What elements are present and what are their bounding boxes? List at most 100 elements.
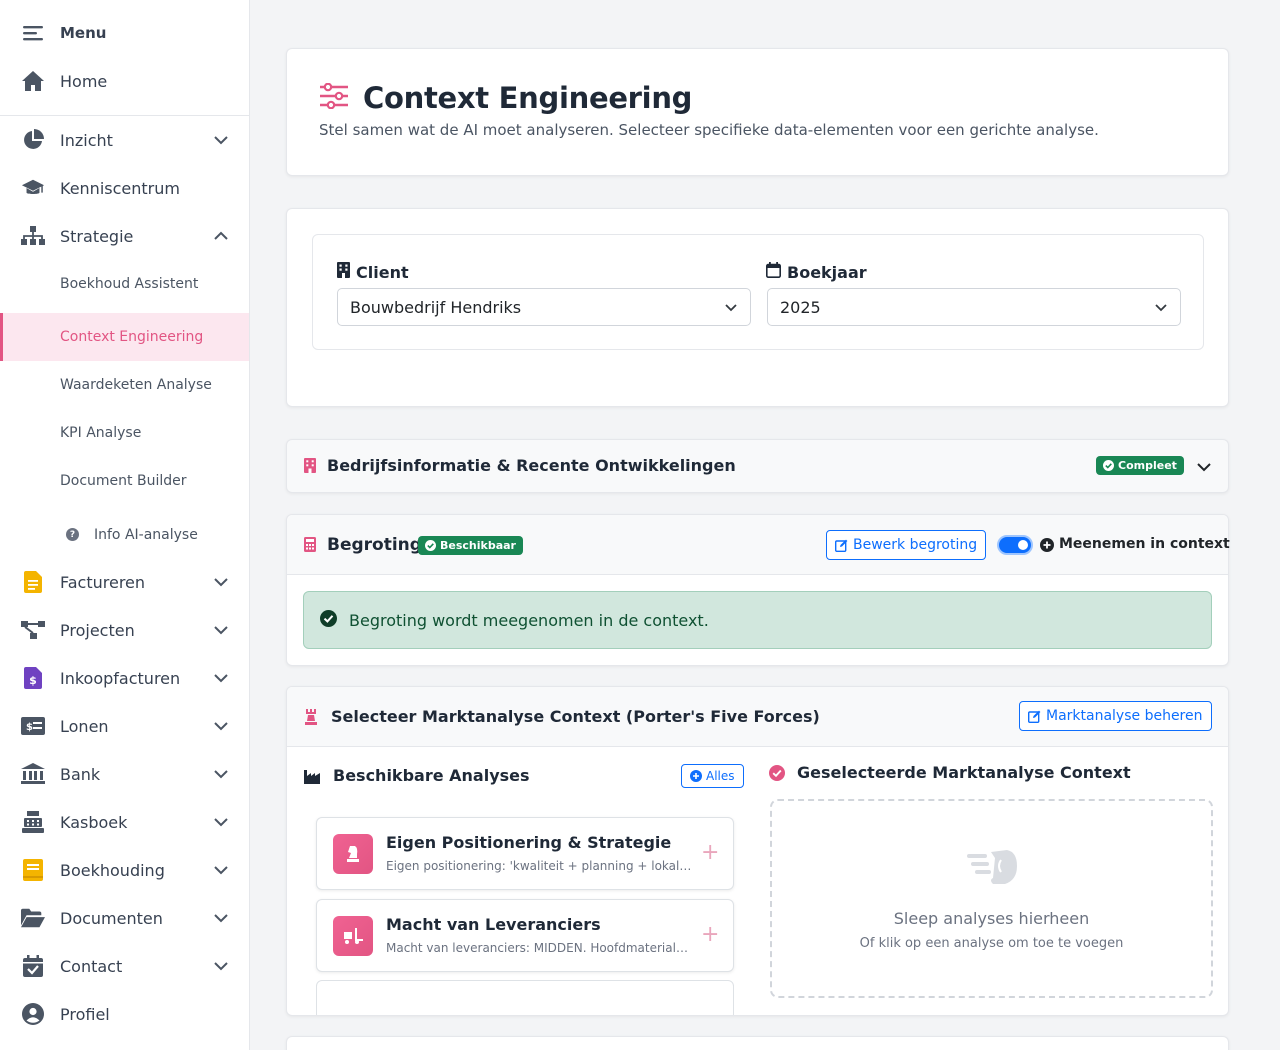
chevron-down-icon [214,770,228,779]
page-header-card: Context Engineering Stel samen wat de AI… [286,48,1229,176]
edit-begroting-button[interactable]: Bewerk begroting [826,530,987,560]
chevron-down-icon [214,962,228,971]
add-icon[interactable]: + [701,842,719,864]
sidebar-subitem-context-engineering[interactable]: Context Engineering [0,313,249,361]
calculator-icon [304,537,316,556]
begroting-title: Begroting [327,535,422,555]
sidebar-item-home[interactable]: Home [0,57,249,105]
check-circle-icon [320,609,337,631]
sidebar-item-label: Factureren [60,572,146,592]
begroting-section: Begroting Beschikbaar Bewerk begroting M… [286,514,1230,666]
analysis-description: Eigen positionering: 'kwaliteit + planni… [386,859,692,873]
client-select-value: Bouwbedrijf Hendriks [350,297,522,317]
filter-card: Client Bouwbedrijf Hendriks Boekjaar 202… [286,208,1229,407]
page-subtitle: Stel samen wat de AI moet analyseren. Se… [319,121,1099,139]
sidebar-subitem-document-builder[interactable]: Document Builder [0,457,249,505]
truck-loading-icon [333,916,373,956]
bedrijfsinfo-section[interactable]: Bedrijfsinformatie & Recente Ontwikkelin… [286,439,1229,493]
year-select[interactable]: 2025 [767,288,1181,326]
sidebar-subitem-kpi[interactable]: KPI Analyse [0,409,249,457]
industry-icon [304,769,320,788]
sidebar-item-label: Info AI-analyse [94,527,198,543]
sidebar-item-label: Boekhoud Assistent [60,276,199,292]
client-label-text: Client [356,262,409,282]
marktanalyse-section: Selecteer Marktanalyse Context (Porter's… [286,686,1229,1016]
folder-open-icon [21,906,45,930]
toggle-knob [1018,540,1028,550]
chevron-down-icon [214,914,228,923]
select-all-button[interactable]: Alles [681,764,744,788]
begroting-alert-text: Begroting wordt meegenomen in de context… [349,610,709,630]
sidebar-item-label: KPI Analyse [60,425,142,441]
status-badge-text: Beschikbaar [440,539,516,552]
sidebar-item-profiel[interactable]: Profiel [0,990,249,1038]
year-select-value: 2025 [780,297,821,317]
page-title-row: Context Engineering [319,81,692,115]
sidebar-subitem-info-ai[interactable]: ? Info AI-analyse [0,511,249,559]
chevron-down-icon [214,818,228,827]
add-icon[interactable]: + [701,924,719,946]
sidebar-item-label: Home [60,71,108,91]
plus-circle-icon [1040,537,1054,556]
sidebar-item-label: Documenten [60,908,163,928]
sliders-icon [319,82,349,113]
building-icon [337,262,350,282]
year-label: Boekjaar [766,262,867,282]
project-diagram-icon [21,618,45,642]
check-circle-icon [425,540,436,551]
client-label: Client [337,262,409,282]
sidebar-item-bank[interactable]: Bank [0,750,249,798]
sidebar-subitem-waardeketen[interactable]: Waardeketen Analyse [0,361,249,409]
calendar-check-icon [21,954,45,978]
sidebar-item-lonen[interactable]: $ Lonen [0,702,249,750]
sidebar-item-boekhouding[interactable]: Boekhouding [0,846,249,894]
sidebar-item-label: Inzicht [60,130,113,150]
plus-circle-icon [690,770,702,782]
filter-box: Client Bouwbedrijf Hendriks Boekjaar 202… [312,234,1204,350]
sidebar-item-kasboek[interactable]: Kasboek [0,798,249,846]
chevron-down-icon [214,626,228,635]
chess-knight-icon [333,834,373,874]
sidebar-item-label: Projecten [60,620,135,640]
analysis-card[interactable]: Eigen Positionering & Strategie Eigen po… [316,817,734,890]
graduation-cap-icon [21,176,45,200]
marktanalyse-beheren-button[interactable]: Marktanalyse beheren [1019,701,1212,731]
sidebar-item-factureren[interactable]: Factureren [0,558,249,606]
edit-icon [1028,710,1041,723]
sidebar-item-label: Waardeketen Analyse [60,377,212,393]
sidebar-item-inzicht[interactable]: Inzicht [0,116,249,164]
sidebar-item-strategie[interactable]: Strategie [0,212,249,260]
page-title: Context Engineering [363,81,693,115]
sidebar-item-contact[interactable]: Contact [0,942,249,990]
analysis-dropzone[interactable]: Sleep analyses hierheen Of klik op een a… [770,799,1213,998]
client-select[interactable]: Bouwbedrijf Hendriks [337,288,751,326]
check-circle-icon [1103,460,1114,471]
bank-icon [21,762,45,786]
sidebar-item-label: Strategie [60,226,134,246]
chevron-down-icon [214,722,228,731]
analysis-card-partial[interactable] [316,980,734,1015]
sidebar-item-projecten[interactable]: Projecten [0,606,249,654]
available-analyses-title: Beschikbare Analyses [333,766,530,785]
begroting-header: Begroting Beschikbaar Bewerk begroting M… [287,515,1230,575]
sidebar-item-label: Lonen [60,716,109,736]
edit-icon [835,539,848,552]
include-context-toggle[interactable] [997,535,1033,555]
sidebar-item-inkoopfacturen[interactable]: $ Inkoopfacturen [0,654,249,702]
analysis-card[interactable]: Macht van Leveranciers Macht van leveran… [316,899,734,972]
sidebar-item-label: Kasboek [60,812,128,832]
chevron-down-icon [214,578,228,587]
bedrijfsinfo-header: Bedrijfsinformatie & Recente Ontwikkelin… [287,440,1228,492]
user-circle-icon [21,1002,45,1026]
sidebar-item-label: Context Engineering [60,329,204,345]
chevron-down-icon [214,136,228,145]
sidebar-subitem-boekhoud-assistent[interactable]: Boekhoud Assistent [0,260,249,308]
sitemap-icon [21,224,45,248]
sidebar-item-kenniscentrum[interactable]: Kenniscentrum [0,164,249,212]
sidebar-item-documenten[interactable]: Documenten [0,894,249,942]
hamburger-icon [21,21,45,45]
select-all-label: Alles [706,769,735,783]
edit-begroting-label: Bewerk begroting [853,537,978,553]
menu-toggle[interactable]: Menu [0,9,249,57]
chevron-down-icon[interactable] [1196,459,1212,475]
